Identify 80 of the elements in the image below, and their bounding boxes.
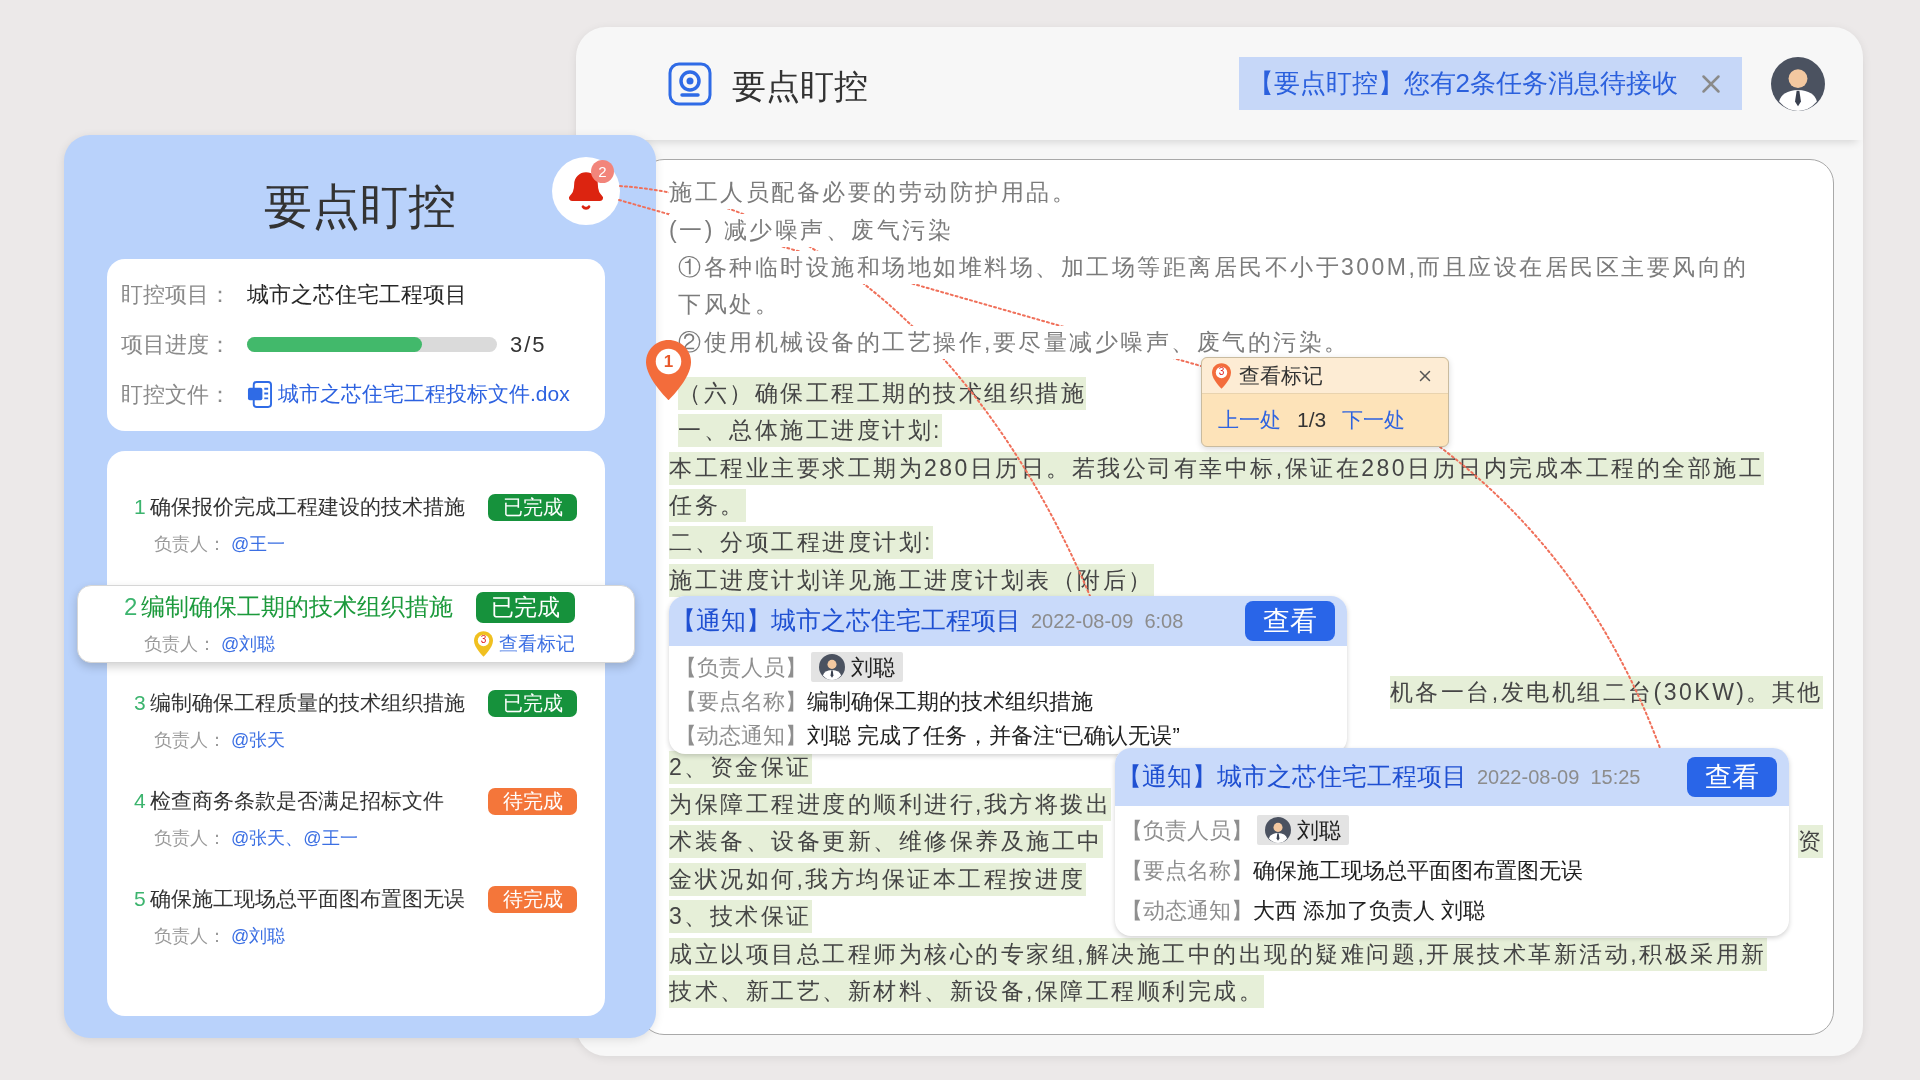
notification-time: 2022-08-09 6:08 <box>1031 609 1184 634</box>
task-title[interactable]: 编制确保工期的技术组织措施 <box>141 589 454 625</box>
notification-title: 【通知】城市之芯住宅工程项目 <box>671 605 1021 637</box>
document-text: 施工进度计划详见施工进度计划表（附后） <box>669 563 1154 597</box>
banner-text: 【要点盯控】您有2条任务消息待接收 <box>1247 67 1678 100</box>
task-number: 5 <box>134 886 146 913</box>
view-button[interactable]: 查看 <box>1687 757 1777 797</box>
document-text: 金状况如何,我方均保证本工程按进度 <box>669 862 1086 896</box>
assignee-mention[interactable]: @刘聪 <box>221 630 276 658</box>
avatar-icon <box>1265 817 1291 843</box>
document-text: 任务。 <box>669 488 746 522</box>
task-title[interactable]: 编制确保工程质量的技术组织措施 <box>149 687 465 719</box>
field-value: 确保施工现场总平面图布置图无误 <box>1253 856 1583 885</box>
assignee-label: 负责人： <box>154 826 227 850</box>
notification-title: 【通知】城市之芯住宅工程项目 <box>1117 761 1467 793</box>
field-label: 项目进度： <box>121 330 232 359</box>
document-text: 本工程业主要求工期为280日历日。若我公司有幸中标,保证在280日历日内完成本工程的全部施工 <box>669 451 1765 485</box>
field-label: 【负责人员】 <box>1121 816 1253 845</box>
task-number: 3 <box>134 690 146 717</box>
marker-pin: 3 <box>1212 362 1231 389</box>
page-indicator: 1/3 <box>1297 407 1327 434</box>
document-text: 3、技术保证 <box>669 900 812 934</box>
document-text: 一、总体施工进度计划: <box>678 414 942 448</box>
document-text: 二、分项工程进度计划: <box>669 526 933 560</box>
task-card[interactable]: 2 编制确保工期的技术组织措施 已完成 负责人： @刘聪 3 查看标记 <box>77 585 635 663</box>
task-number: 4 <box>134 788 146 815</box>
task-title[interactable]: 检查商务条款是否满足招标文件 <box>149 785 444 817</box>
panel-title: 要点盯控 <box>264 179 456 235</box>
status-badge: 待完成 <box>488 885 577 913</box>
assignee-mention[interactable]: @刘聪 <box>231 922 286 950</box>
avatar-icon <box>1771 56 1825 111</box>
document-text: 技术、新工艺、新材料、新设备,保障工程顺利完成。 <box>669 975 1265 1008</box>
view-marks-link[interactable]: 3 查看标记 <box>474 629 575 659</box>
document-text: 术装备、设备更新、维修保养及施工中 <box>669 825 1103 859</box>
field-value: 刘聪 完成了任务，并备注“已确认无误” <box>807 721 1180 750</box>
field-label: 盯控项目： <box>121 280 232 309</box>
field-value: 大西 添加了负责人 刘聪 <box>1253 896 1486 925</box>
document-text: 资 <box>1797 825 1823 859</box>
status-badge: 已完成 <box>488 493 577 521</box>
assignee-mention[interactable]: @张天 <box>231 726 286 754</box>
popup-title: 查看标记 <box>1239 362 1323 389</box>
person-name: 刘聪 <box>851 653 895 682</box>
avatar-icon <box>819 654 845 680</box>
field-label: 【负责人员】 <box>675 653 807 682</box>
status-badge: 已完成 <box>476 591 575 623</box>
field-label: 【要点名称】 <box>675 687 807 716</box>
document-text: 为保障工程进度的顺利进行,我方将拨出 <box>669 788 1112 822</box>
window-title: 要点盯控 <box>732 66 868 107</box>
task-number: 1 <box>134 494 146 521</box>
field-value: 编制确保工期的技术组织措施 <box>807 687 1093 716</box>
assignee-label: 负责人： <box>154 728 227 752</box>
document-text: （六）确保工程工期的技术组织措施 <box>678 376 1086 410</box>
document-text: 成立以项目总工程师为核心的专家组,解决施工中的出现的疑难问题,开展技术革新活动,积极采用新 <box>669 937 1767 971</box>
assignee-label: 负责人： <box>154 924 227 948</box>
person-name: 刘聪 <box>1297 816 1341 845</box>
field-label: 【要点名称】 <box>1121 856 1253 885</box>
progress-reading: 3/5 <box>510 330 547 359</box>
webcam-icon <box>668 61 712 106</box>
view-button[interactable]: 查看 <box>1245 601 1335 641</box>
assignee-mention[interactable]: @王一 <box>231 530 286 558</box>
assignee-mention[interactable]: @张天、@王一 <box>231 824 358 852</box>
count-badge: 2 <box>591 160 614 183</box>
status-badge: 已完成 <box>488 689 577 717</box>
task-title[interactable]: 确保施工现场总平面图布置图无误 <box>149 883 465 915</box>
notification-bell[interactable]: 2 <box>552 157 620 225</box>
document-icon <box>247 380 272 408</box>
field-label: 【动态通知】 <box>675 721 807 750</box>
notification-time: 2022-08-09 15:25 <box>1477 765 1641 790</box>
status-badge: 待完成 <box>488 787 577 815</box>
previous-link[interactable]: 上一处 <box>1218 404 1281 436</box>
field-label: 盯控文件： <box>121 380 232 409</box>
next-link[interactable]: 下一处 <box>1342 404 1406 436</box>
task-number: 2 <box>124 592 138 622</box>
assignee-label: 负责人： <box>154 532 227 556</box>
field-label: 【动态通知】 <box>1121 896 1253 925</box>
task-title[interactable]: 确保报价完成工程建设的技术措施 <box>149 491 465 523</box>
project-name: 城市之芯住宅工程项目 <box>247 280 467 309</box>
marker-pin: 3 <box>474 631 493 657</box>
file-link[interactable]: 城市之芯住宅工程投标文件.dox <box>278 378 570 410</box>
assignee-label: 负责人： <box>144 632 217 656</box>
